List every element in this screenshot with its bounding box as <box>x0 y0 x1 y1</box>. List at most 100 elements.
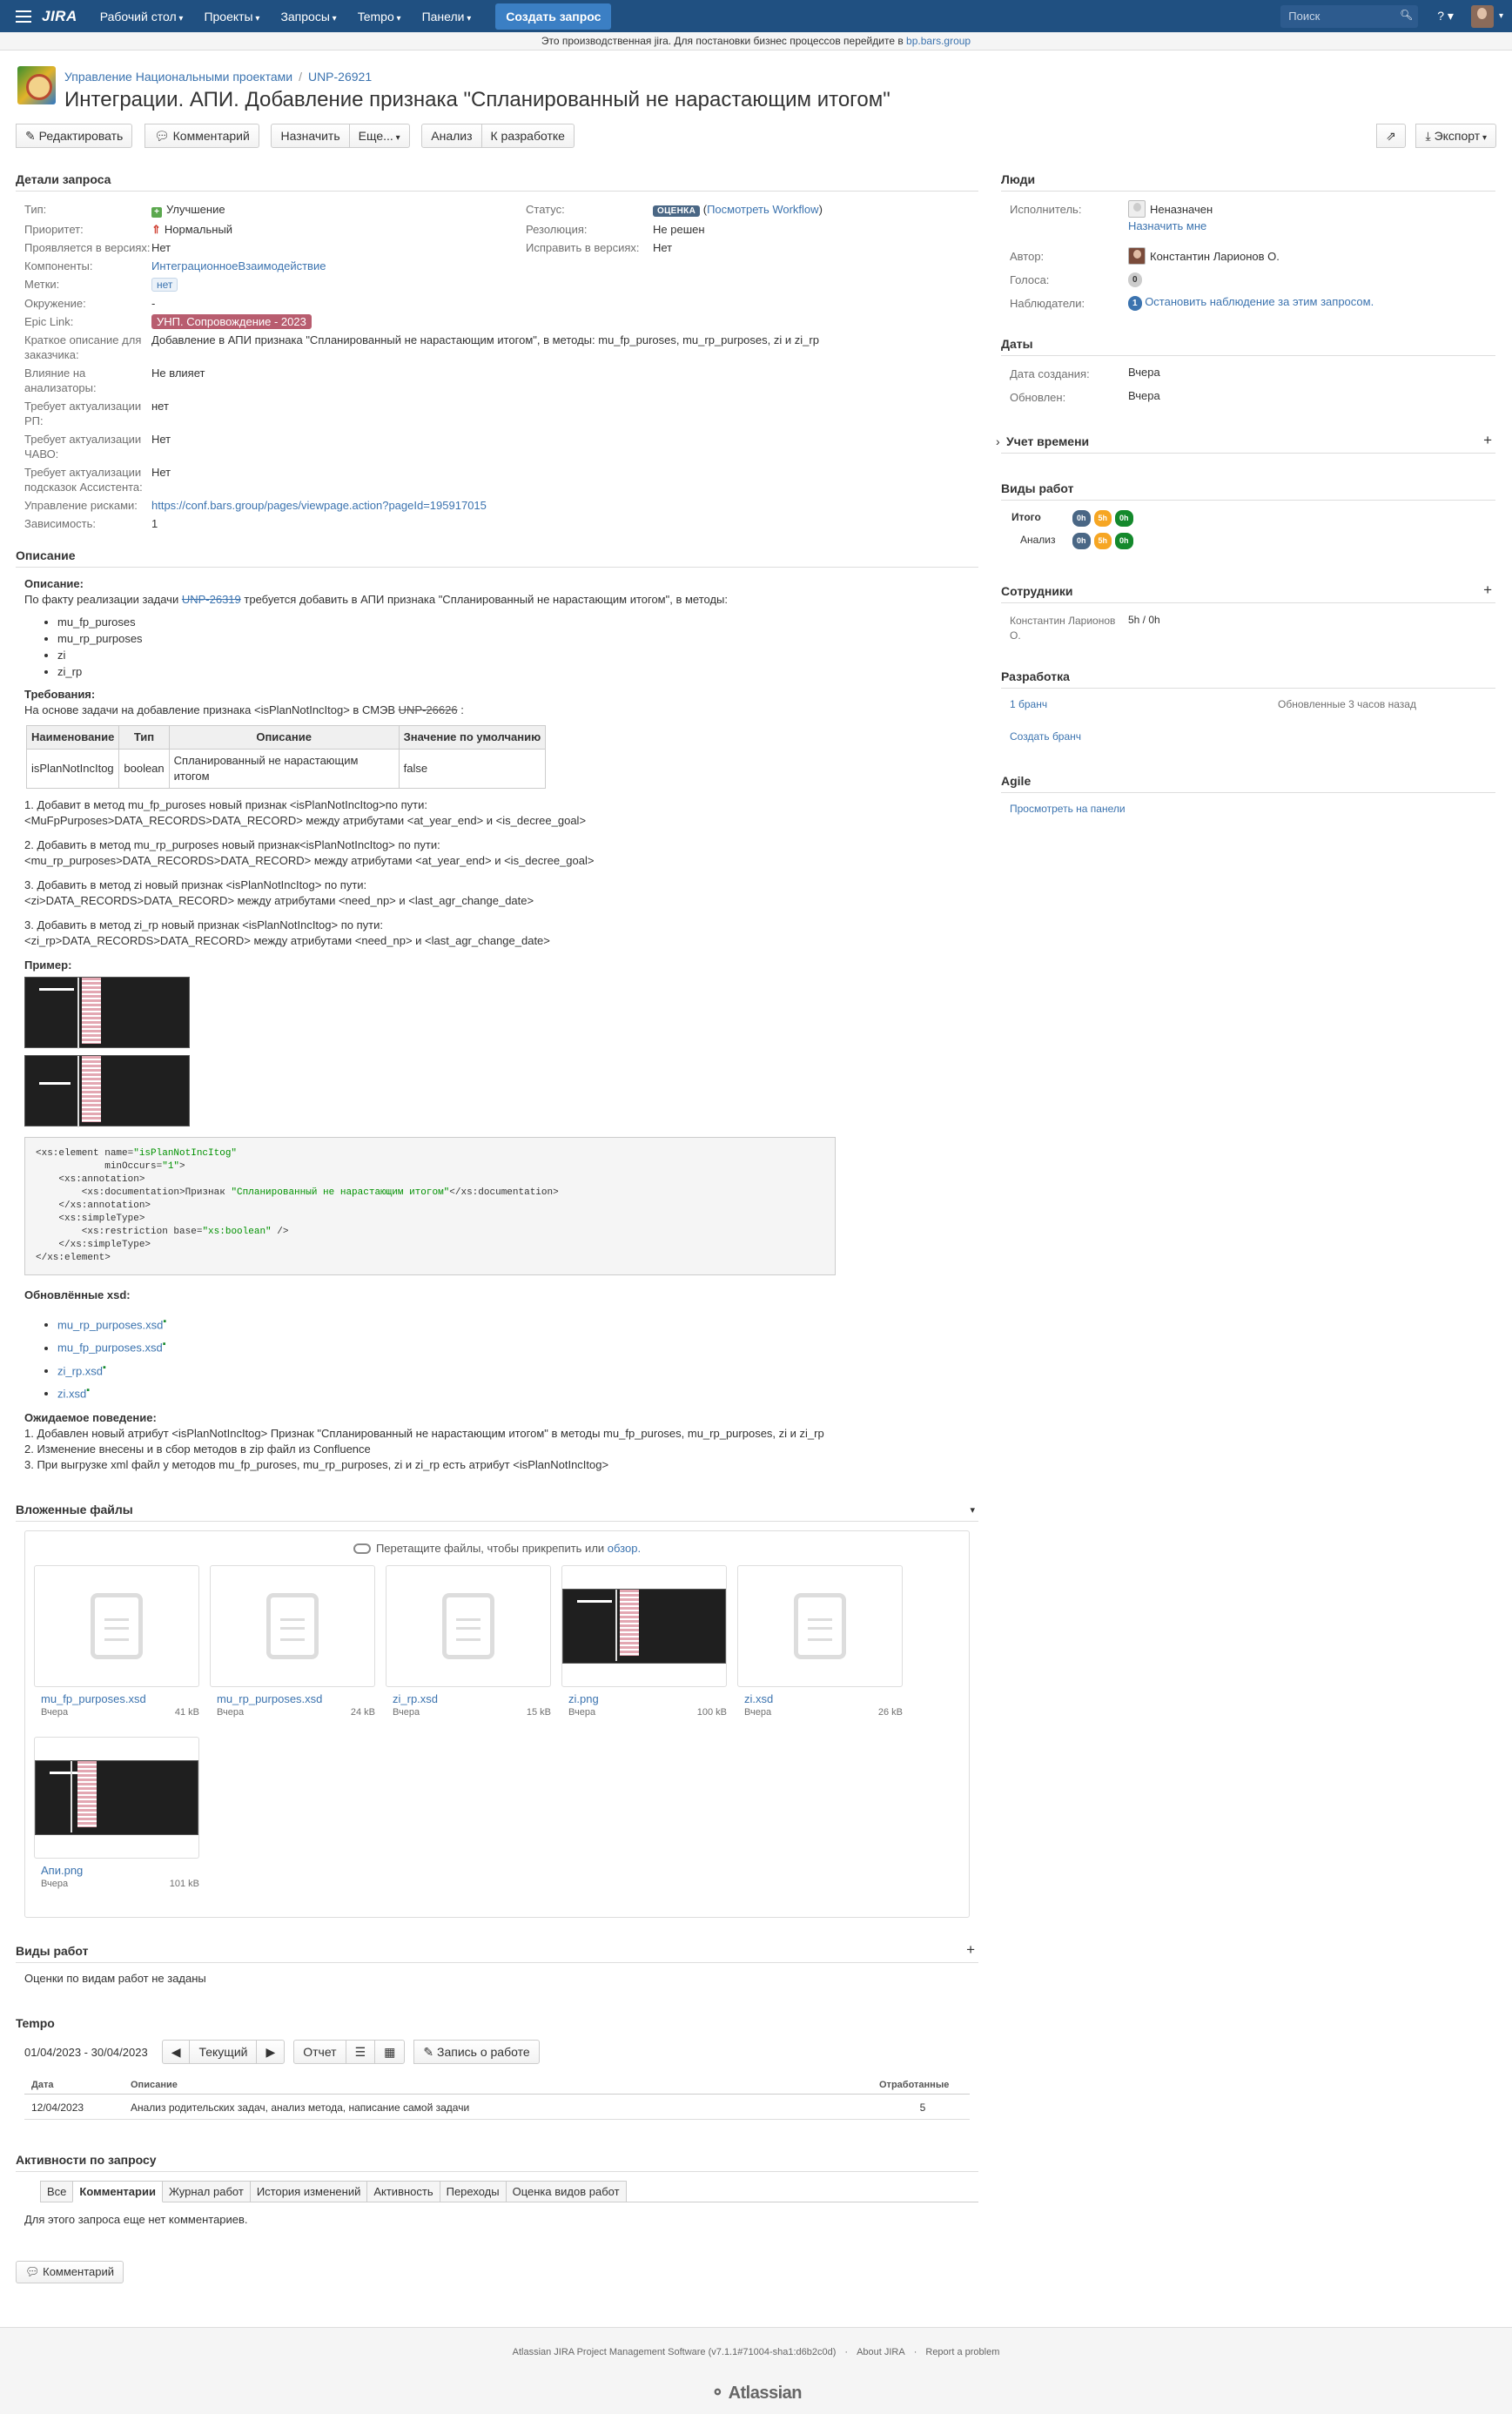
table-row[interactable]: 12/04/2023 Анализ родительских задач, ана… <box>24 2095 970 2121</box>
example-image-2[interactable] <box>24 1055 190 1127</box>
priority-icon: ⇑ <box>151 223 161 236</box>
log-work-button[interactable]: ✎ Запись о работе <box>413 2040 540 2065</box>
attachment-name[interactable]: zi.xsd <box>744 1692 903 1705</box>
xsd-link[interactable]: mu_fp_purposes.xsd <box>57 1341 163 1355</box>
report-problem-link[interactable]: Report a problem <box>925 2347 999 2357</box>
breadcrumb-issue-key[interactable]: UNP-26921 <box>308 70 372 84</box>
branch-link[interactable]: 1 бранч <box>1010 698 1047 710</box>
stop-watching-link[interactable]: Остановить наблюдение за этим запросом. <box>1145 295 1374 308</box>
add-icon[interactable]: + <box>1483 582 1492 599</box>
share-button[interactable]: ⇗ <box>1376 124 1406 148</box>
timetracking-heading[interactable]: › Учет времени + <box>996 432 1495 454</box>
atlassian-logo[interactable]: ⚬ Atlassian <box>0 2382 1512 2404</box>
attachment-thumbnail[interactable] <box>210 1565 375 1688</box>
tab-all[interactable]: Все <box>40 2181 74 2202</box>
attachment-name[interactable]: zi.png <box>568 1692 727 1705</box>
edit-button[interactable]: ✎ Редактировать <box>16 124 133 148</box>
nav-dashboards[interactable]: Рабочий стол <box>100 10 184 24</box>
list-view-button[interactable]: ☰ <box>345 2040 376 2065</box>
xsd-link[interactable]: zi.xsd <box>57 1387 86 1400</box>
nav-issues[interactable]: Запросы <box>280 10 336 24</box>
watchers-count[interactable]: 1 <box>1128 296 1142 311</box>
attachment-item[interactable]: mu_rp_purposes.xsd Вчера 24 kB <box>210 1565 375 1718</box>
tab-history[interactable]: История изменений <box>249 2181 368 2202</box>
add-icon[interactable]: + <box>966 1941 975 1959</box>
create-issue-button[interactable]: Создать запрос <box>495 3 612 30</box>
priority-label: Приоритет: <box>24 223 84 236</box>
xsd-link[interactable]: zi_rp.xsd <box>57 1364 103 1377</box>
search-input[interactable]: Поиск 🔍︎ <box>1280 4 1419 28</box>
tab-worklog[interactable]: Журнал работ <box>161 2181 251 2202</box>
tempo-date-range[interactable]: 01/04/2023 - 30/04/2023 <box>24 2046 148 2059</box>
attachment-item[interactable]: zi.xsd Вчера 26 kB <box>737 1565 903 1718</box>
nav-projects[interactable]: Проекты <box>204 10 259 24</box>
create-branch-link[interactable]: Создать бранч <box>1010 730 1081 743</box>
about-link[interactable]: About JIRA <box>857 2347 905 2357</box>
add-icon[interactable]: + <box>1483 432 1492 449</box>
breadcrumb-project[interactable]: Управление Национальными проектами <box>64 70 292 84</box>
attachment-item[interactable]: mu_fp_purposes.xsd Вчера 41 kB <box>34 1565 199 1718</box>
jira-logo[interactable]: JIRA <box>42 8 77 25</box>
view-workflow-link[interactable]: Посмотреть Workflow <box>707 203 819 216</box>
epic-link-lozenge[interactable]: УНП. Сопровождение - 2023 <box>151 314 312 329</box>
browse-link[interactable]: обзор. <box>608 1542 641 1555</box>
banner-text: Это производственная jira. Для постановк… <box>541 35 907 47</box>
current-period-button[interactable]: Текущий <box>189 2040 258 2065</box>
example-image-1[interactable] <box>24 977 190 1049</box>
add-comment-button[interactable]: 💬︎ Комментарий <box>16 2261 124 2284</box>
risk-link[interactable]: https://conf.bars.group/pages/viewpage.a… <box>151 499 487 512</box>
attachment-name[interactable]: zi_rp.xsd <box>393 1692 551 1705</box>
analysis-button[interactable]: Анализ <box>421 124 482 148</box>
attachment-item[interactable]: zi.png Вчера 100 kB <box>561 1565 727 1718</box>
table-header: Описание <box>168 725 400 750</box>
reporter-value[interactable]: Константин Ларионов О. <box>1150 250 1280 263</box>
next-period-button[interactable]: ▶ <box>256 2040 286 2065</box>
attachment-name[interactable]: mu_fp_purposes.xsd <box>41 1692 199 1705</box>
dependency-label: Зависимость: <box>24 517 97 530</box>
prev-period-button[interactable]: ◀ <box>161 2040 191 2065</box>
assign-to-me-link[interactable]: Назначить мне <box>1128 219 1206 232</box>
grid-view-button[interactable]: ▦ <box>374 2040 406 2065</box>
attachment-thumbnail[interactable] <box>737 1565 903 1688</box>
resolution-value: Не решен <box>653 223 705 236</box>
view-on-board-link[interactable]: Просмотреть на панели <box>1010 803 1126 815</box>
attachment-thumbnail[interactable] <box>34 1737 199 1859</box>
help-icon[interactable]: ? ▾ <box>1437 9 1454 24</box>
tab-transitions[interactable]: Переходы <box>439 2181 507 2202</box>
votes-count[interactable]: 0 <box>1128 272 1142 287</box>
nav-boards[interactable]: Панели <box>422 10 472 24</box>
issue-link-unp-26319[interactable]: UNP-26319 <box>182 593 241 606</box>
tab-activity[interactable]: Активность <box>366 2181 440 2202</box>
attachment-thumbnail[interactable] <box>34 1565 199 1688</box>
to-dev-button[interactable]: К разработке <box>480 124 575 148</box>
component-link[interactable]: ИнтеграционноеВзаимодействие <box>151 259 326 272</box>
chevron-down-icon[interactable]: ▾ <box>1499 11 1503 21</box>
nav-tempo[interactable]: Tempo <box>358 10 401 24</box>
issue-summary[interactable]: Интеграции. АПИ. Добавление признака "Сп… <box>64 88 890 112</box>
tab-worktype-estimates[interactable]: Оценка видов работ <box>505 2181 627 2202</box>
attachment-name[interactable]: mu_rp_purposes.xsd <box>217 1692 375 1705</box>
attachment-item[interactable]: zi_rp.xsd Вчера 15 kB <box>386 1565 551 1718</box>
assign-button[interactable]: Назначить <box>271 124 350 148</box>
export-button[interactable]: ⤓ Экспорт <box>1415 124 1496 148</box>
atlassian-icon: ⚬ <box>709 2384 725 2403</box>
attachment-thumbnail[interactable] <box>386 1565 551 1688</box>
project-avatar[interactable] <box>17 66 56 104</box>
label-pill[interactable]: нет <box>151 278 178 292</box>
banner-link[interactable]: bp.bars.group <box>906 35 971 47</box>
attachment-item[interactable]: Апи.png Вчера 101 kB <box>34 1737 199 1889</box>
report-button[interactable]: Отчет <box>293 2040 346 2065</box>
assignee-value[interactable]: Неназначен <box>1150 203 1213 216</box>
table-cell: 12/04/2023 <box>31 2101 84 2115</box>
collapse-icon[interactable]: ▾ <box>970 1504 975 1516</box>
user-avatar[interactable] <box>1470 4 1494 28</box>
attachment-thumbnail[interactable] <box>561 1565 727 1688</box>
more-button[interactable]: Еще... <box>348 124 410 148</box>
menu-icon[interactable] <box>16 10 31 23</box>
attachment-name[interactable]: Апи.png <box>41 1864 199 1877</box>
xsd-link[interactable]: mu_rp_purposes.xsd <box>57 1318 163 1331</box>
comment-button[interactable]: 💬︎ Комментарий <box>144 124 259 148</box>
issue-link-unp-26626[interactable]: UNP-26626 <box>399 703 458 716</box>
tab-comments[interactable]: Комментарии <box>72 2181 163 2203</box>
drop-zone[interactable]: Перетащите файлы, чтобы прикрепить или о… <box>34 1542 960 1555</box>
